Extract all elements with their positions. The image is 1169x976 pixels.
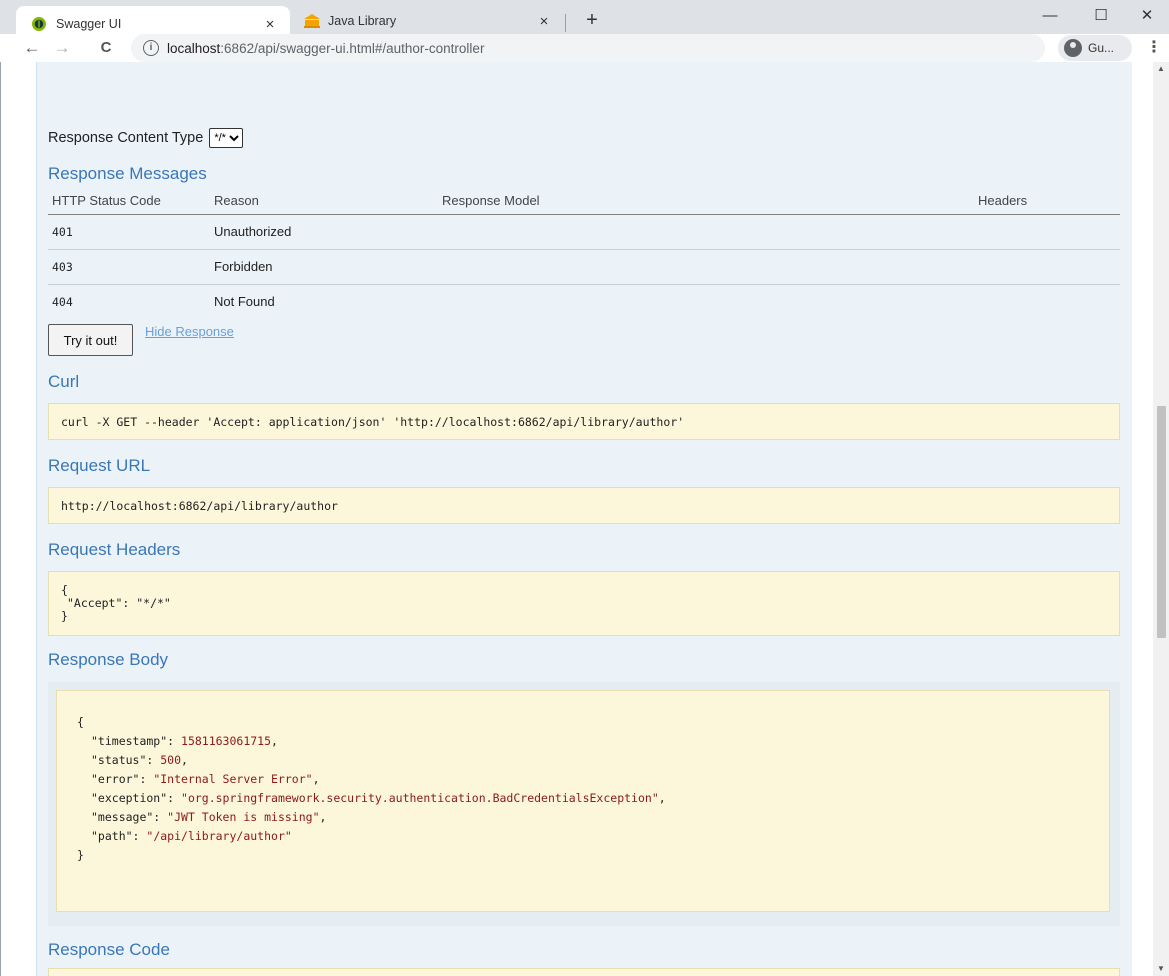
response-model bbox=[438, 249, 974, 285]
back-button[interactable]: ← bbox=[18, 34, 46, 62]
tab-separator bbox=[565, 14, 566, 32]
request-url-box: http://localhost:6862/api/library/author bbox=[48, 487, 1120, 524]
status-code: 403 bbox=[48, 249, 210, 285]
column-header: Reason bbox=[210, 192, 438, 215]
browser-titlebar: Swagger UI × Java Library × + — ☐ ✕ ← → … bbox=[0, 0, 1169, 62]
tab-title: Swagger UI bbox=[56, 17, 122, 31]
json-key: "timestamp": bbox=[91, 734, 182, 748]
request-headers-heading: Request Headers bbox=[48, 540, 181, 559]
profile-label: Gu... bbox=[1088, 41, 1115, 55]
response-model bbox=[438, 284, 974, 319]
tab-java-library[interactable]: Java Library × bbox=[292, 8, 564, 34]
response-content-type-select[interactable]: */* bbox=[209, 128, 244, 148]
tab-close-icon[interactable]: × bbox=[532, 13, 556, 30]
response-code-heading: Response Code bbox=[48, 940, 170, 959]
status-code: 404 bbox=[52, 294, 73, 309]
browser-menu-button[interactable]: ⋮ bbox=[1144, 34, 1164, 62]
address-host: localhost bbox=[167, 40, 221, 56]
tab-strip: Swagger UI × Java Library × + — ☐ ✕ bbox=[0, 0, 1169, 42]
json-value: "Internal Server Error" bbox=[153, 772, 313, 786]
json-line-exception: "exception": "org.springframework.securi… bbox=[91, 791, 666, 805]
headers bbox=[974, 214, 1120, 250]
json-value: "/api/library/author" bbox=[146, 829, 292, 843]
tab-close-icon[interactable]: × bbox=[258, 16, 282, 33]
hide-response-link[interactable]: Hide Response bbox=[145, 324, 234, 339]
json-open-brace: { bbox=[77, 715, 84, 729]
reason: Not Found bbox=[214, 294, 275, 310]
response-model bbox=[438, 214, 974, 250]
scrollbar-thumb[interactable] bbox=[1157, 406, 1166, 638]
response-messages-heading: Response Messages bbox=[48, 164, 207, 183]
try-it-out-button[interactable]: Try it out! bbox=[48, 324, 133, 356]
json-value: "org.springframework.security.authentica… bbox=[181, 791, 659, 805]
window-left-edge bbox=[0, 62, 1, 976]
response-messages-table: HTTP Status Code Reason Response Model H… bbox=[48, 192, 1120, 319]
profile-button[interactable]: Gu... bbox=[1058, 35, 1132, 61]
table-row: 403 Forbidden bbox=[48, 249, 1120, 285]
new-tab-button[interactable]: + bbox=[580, 8, 604, 32]
request-headers-box: { "Accept": "*/*" } bbox=[48, 571, 1120, 636]
reason: Unauthorized bbox=[210, 214, 438, 250]
library-favicon-icon bbox=[304, 14, 320, 28]
reload-button[interactable]: C bbox=[92, 34, 120, 62]
json-line-timestamp: "timestamp": 1581163061715, bbox=[91, 734, 278, 748]
response-content-type-label: Response Content Type bbox=[48, 130, 204, 146]
curl-command: curl -X GET --header 'Accept: applicatio… bbox=[61, 415, 685, 429]
json-line-path: "path": "/api/library/author" bbox=[77, 827, 1109, 846]
maximize-button[interactable]: ☐ bbox=[1078, 0, 1124, 32]
headers bbox=[974, 249, 1120, 285]
address-bar[interactable]: i localhost:6862/api/swagger-ui.html#/au… bbox=[131, 34, 1045, 62]
tab-title: Java Library bbox=[328, 14, 397, 28]
json-value: 500 bbox=[160, 753, 182, 767]
table-header-row: HTTP Status Code Reason Response Model H… bbox=[48, 192, 1120, 215]
table-row: 404 Not Found bbox=[48, 284, 1120, 319]
json-line-message: "message": "JWT Token is missing", bbox=[91, 810, 327, 824]
request-url-heading: Request URL bbox=[48, 456, 151, 475]
response-body-heading: Response Body bbox=[48, 650, 169, 669]
status-code: 401 bbox=[48, 214, 210, 250]
page-viewport: Response Content Type */* Response Messa… bbox=[0, 62, 1169, 976]
json-key: "status": bbox=[91, 753, 161, 767]
profile-avatar-icon bbox=[1064, 39, 1082, 57]
reason: Forbidden bbox=[210, 249, 438, 285]
json-key: "message": bbox=[91, 810, 168, 824]
json-value: 1581163061715 bbox=[181, 734, 272, 748]
curl-box: curl -X GET --header 'Accept: applicatio… bbox=[48, 403, 1120, 440]
json-key: "path": bbox=[91, 829, 147, 843]
json-open-brace: { bbox=[61, 583, 68, 597]
response-code-box bbox=[48, 968, 1120, 976]
minimize-button[interactable]: — bbox=[1027, 0, 1073, 32]
headers bbox=[974, 284, 1120, 319]
browser-toolbar: ← → C i localhost:6862/api/swagger-ui.ht… bbox=[0, 34, 1169, 62]
forward-button[interactable]: → bbox=[48, 34, 76, 62]
scroll-down-icon[interactable]: ▼ bbox=[1156, 964, 1166, 974]
column-header: HTTP Status Code bbox=[48, 192, 210, 215]
column-header: Response Model bbox=[438, 192, 974, 215]
json-line-status: "status": 500, bbox=[91, 753, 188, 767]
site-info-icon[interactable]: i bbox=[143, 40, 159, 56]
json-key: "error": bbox=[91, 772, 154, 786]
swagger-favicon-icon bbox=[32, 17, 46, 31]
address-path: :6862/api/swagger-ui.html#/author-contro… bbox=[220, 40, 485, 56]
json-value: "JWT Token is missing" bbox=[167, 810, 320, 824]
response-content-type: Response Content Type */* bbox=[48, 128, 244, 148]
request-url-value: http://localhost:6862/api/library/author bbox=[61, 499, 338, 513]
json-line-error: "error": "Internal Server Error", bbox=[91, 772, 320, 786]
table-row: 401 Unauthorized bbox=[48, 214, 1120, 250]
curl-heading: Curl bbox=[48, 372, 80, 391]
header-line: "Accept": "*/*" bbox=[67, 596, 171, 610]
close-window-button[interactable]: ✕ bbox=[1124, 0, 1169, 32]
response-body-wrapper: { "timestamp": 1581163061715, "status": … bbox=[48, 682, 1120, 926]
scroll-up-icon[interactable]: ▲ bbox=[1156, 64, 1166, 74]
json-close-brace: } bbox=[77, 848, 84, 862]
json-key: "exception": bbox=[91, 791, 182, 805]
page-scrollbar[interactable]: ▲ ▼ bbox=[1153, 62, 1169, 976]
response-body-box: { "timestamp": 1581163061715, "status": … bbox=[56, 690, 1110, 912]
column-header: Headers bbox=[974, 192, 1120, 215]
json-close-brace: } bbox=[61, 609, 68, 623]
